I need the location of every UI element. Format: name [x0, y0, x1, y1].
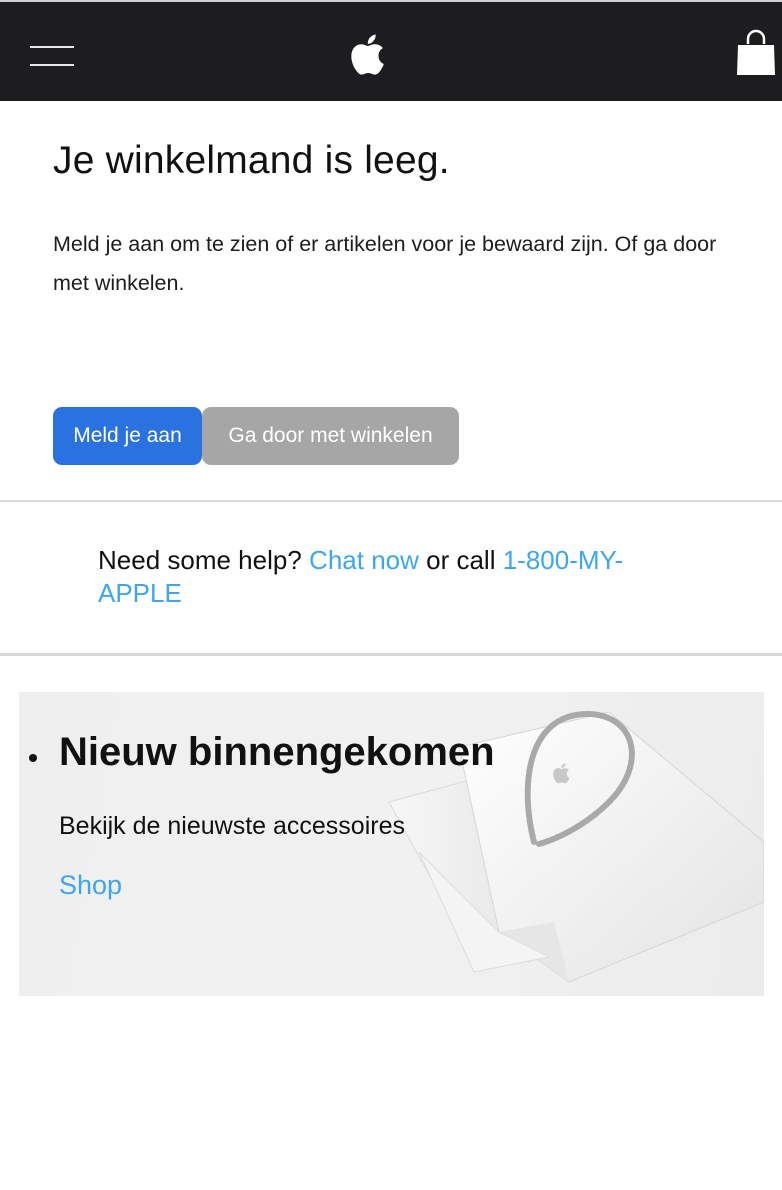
promo-subtitle: Bekijk de nieuwste accessoires [59, 812, 405, 840]
list-bullet [29, 754, 37, 762]
sign-in-button[interactable]: Meld je aan [53, 407, 202, 465]
promo-title: Nieuw binnengekomen [59, 730, 495, 774]
chat-now-link[interactable]: Chat now [309, 545, 419, 575]
apple-logo-icon[interactable] [347, 28, 393, 80]
shop-link[interactable]: Shop [59, 870, 122, 901]
page-title: Je winkelmand is leeg. [53, 139, 450, 182]
top-navigation-bar [0, 0, 782, 101]
hamburger-menu-icon[interactable] [28, 40, 76, 72]
continue-shopping-button[interactable]: Ga door met winkelen [202, 407, 459, 465]
new-arrivals-promo: Nieuw binnengekomen Bekijk de nieuwste a… [19, 692, 764, 996]
help-text: Need some help? Chat now or call 1-800-M… [98, 544, 698, 610]
shopping-bag-icon[interactable] [734, 28, 778, 80]
divider [0, 653, 782, 656]
divider [0, 500, 782, 502]
help-prefix: Need some help? [98, 545, 302, 575]
help-middle: or call [426, 545, 496, 575]
cart-action-buttons: Meld je aan Ga door met winkelen [53, 407, 459, 465]
cart-description: Meld je aan om te zien of er artikelen v… [53, 232, 717, 295]
